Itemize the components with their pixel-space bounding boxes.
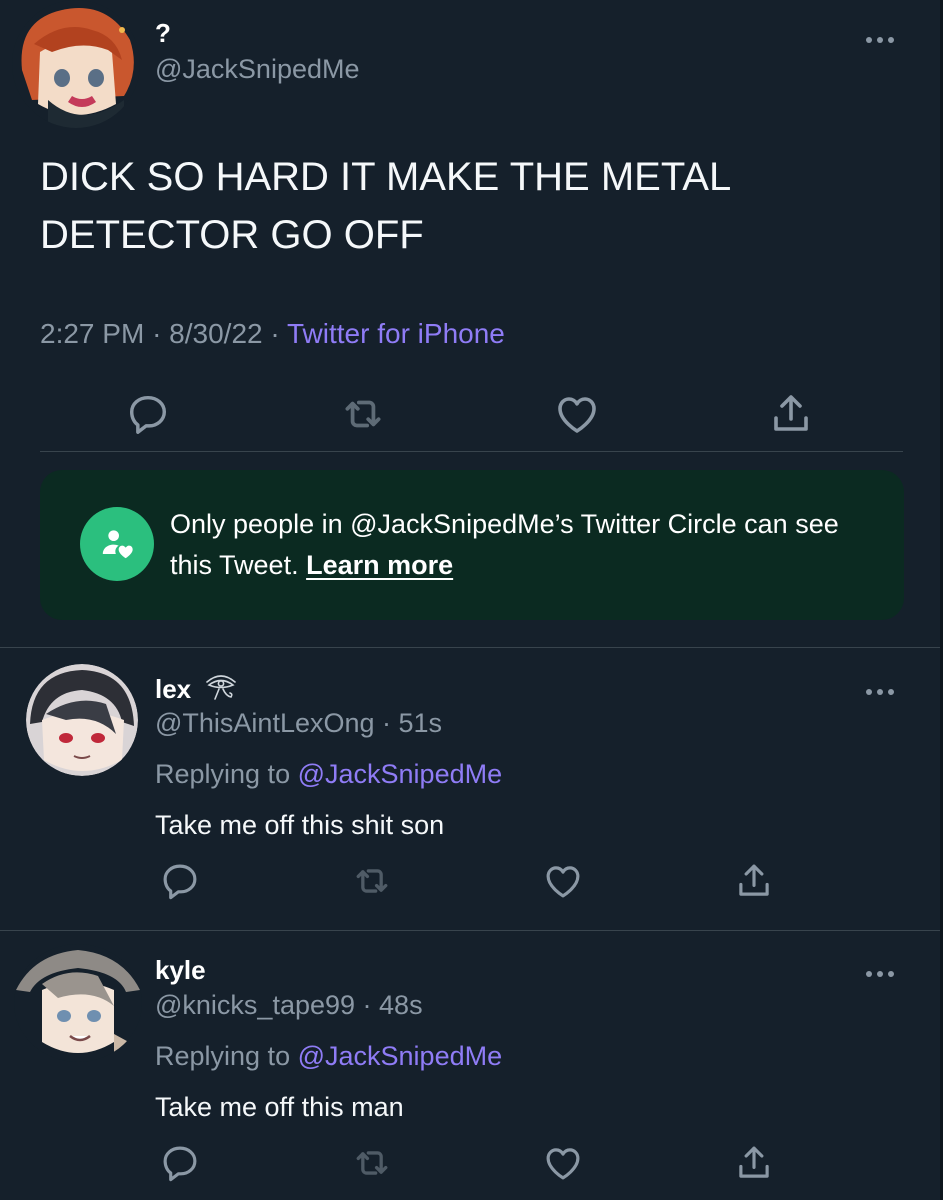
divider [40, 451, 903, 452]
circle-notice-message: Only people in @JackSnipedMe’s Twitter C… [170, 509, 839, 580]
author-avatar[interactable] [12, 0, 140, 128]
reply-text: Take me off this man [155, 1092, 404, 1122]
like-icon [546, 866, 580, 898]
tweet-time: 2:27 PM [40, 318, 145, 349]
retweet-icon [356, 1151, 388, 1175]
reply-handle-line: @ThisAintLexOng · 51s [155, 708, 442, 739]
retweet-icon [345, 400, 381, 428]
tweet-source-link[interactable]: Twitter for iPhone [287, 318, 505, 349]
reply-handle[interactable]: @ThisAintLexOng [155, 708, 375, 738]
author-name[interactable]: ? [155, 18, 171, 49]
reply-icon [163, 1146, 197, 1182]
like-icon [546, 1148, 580, 1180]
reply-button[interactable] [155, 1138, 205, 1188]
replying-to: Replying to @JackSnipedMe [155, 759, 502, 790]
reply-author-name[interactable]: lex [155, 672, 238, 705]
retweet-button[interactable] [347, 1138, 397, 1188]
reply-button[interactable] [155, 856, 205, 906]
tweet-text: DICK SO HARD IT MAKE THE METAL DETECTOR … [40, 155, 730, 257]
learn-more-link[interactable]: Learn more [306, 550, 453, 580]
like-icon [558, 397, 596, 433]
retweet-button[interactable] [338, 389, 388, 439]
replying-to-label: Replying to [155, 1041, 291, 1071]
reply-text: Take me off this shit son [155, 810, 445, 840]
reply-handle-line: @knicks_tape99 · 48s [155, 990, 423, 1021]
circle-notice-text: Only people in @JackSnipedMe’s Twitter C… [170, 504, 870, 586]
divider [0, 647, 943, 648]
like-button[interactable] [538, 1138, 588, 1188]
share-icon [739, 864, 769, 896]
more-icon[interactable] [866, 30, 906, 44]
like-button[interactable] [538, 856, 588, 906]
reply-age: · 51s [382, 708, 443, 738]
replying-to-handle-link[interactable]: @JackSnipedMe [298, 759, 503, 789]
replying-to-label: Replying to [155, 759, 291, 789]
reply-icon [163, 864, 197, 900]
reply-avatar-kyle[interactable] [14, 944, 142, 1062]
meta-separator: · [152, 318, 162, 349]
share-icon [774, 395, 808, 431]
retweet-icon [356, 869, 388, 893]
more-icon[interactable] [866, 964, 906, 978]
twitter-circle-icon [80, 507, 154, 581]
tweet-meta: 2:27 PM · 8/30/22 · Twitter for iPhone [40, 318, 505, 350]
share-button[interactable] [729, 1138, 779, 1188]
reply-avatar-lex[interactable] [26, 664, 138, 776]
divider [0, 930, 943, 931]
reply-age: · 48s [362, 990, 423, 1020]
reply-icon [129, 395, 167, 434]
replying-to-handle-link[interactable]: @JackSnipedMe [298, 1041, 503, 1071]
tweet-date: 8/30/22 [169, 318, 263, 349]
like-button[interactable] [552, 389, 602, 439]
reply-button[interactable] [123, 389, 173, 439]
eye-of-horus-emoji-icon [206, 675, 237, 700]
more-icon[interactable] [866, 682, 906, 696]
share-icon [739, 1146, 769, 1178]
replying-to: Replying to @JackSnipedMe [155, 1041, 502, 1072]
reply-handle[interactable]: @knicks_tape99 [155, 990, 355, 1020]
reply-name-text: lex [155, 674, 192, 704]
share-button[interactable] [766, 389, 816, 439]
retweet-button[interactable] [347, 856, 397, 906]
reply-author-name[interactable]: kyle [155, 955, 206, 986]
author-handle[interactable]: @JackSnipedMe [155, 54, 360, 85]
meta-separator: · [270, 318, 280, 349]
share-button[interactable] [729, 856, 779, 906]
